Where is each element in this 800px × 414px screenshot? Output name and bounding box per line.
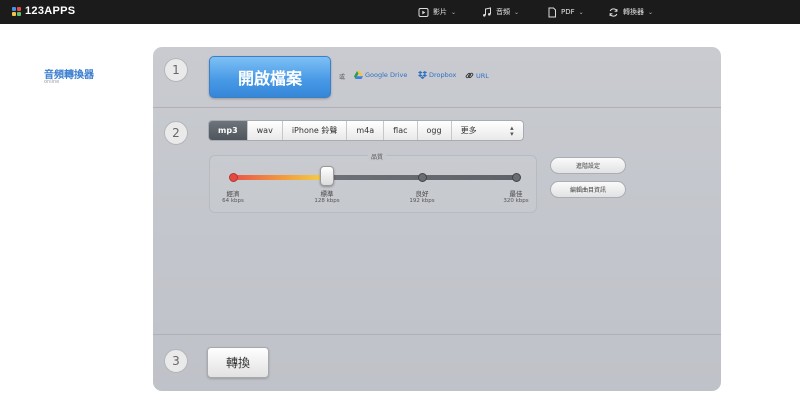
- quality-level-name: 良好: [415, 190, 429, 198]
- brand-logo[interactable]: 123APPS: [12, 5, 75, 17]
- format-tab-m4a[interactable]: m4a: [347, 121, 385, 140]
- open-file-button[interactable]: 開啟檔案: [209, 56, 331, 98]
- quality-level-name: 經濟: [226, 190, 240, 198]
- dropbox-label: Dropbox: [429, 71, 457, 79]
- quality-stop-economy[interactable]: [229, 173, 238, 182]
- chevron-down-icon: ⌄: [648, 8, 654, 16]
- dropbox-link[interactable]: Dropbox: [418, 71, 456, 79]
- nav-label: PDF: [561, 8, 575, 16]
- nav-pdf[interactable]: PDF ⌄: [547, 0, 584, 24]
- google-drive-icon: [354, 71, 363, 79]
- section-divider: [153, 334, 721, 335]
- link-icon: [465, 72, 474, 79]
- or-label: 或: [339, 74, 346, 81]
- url-label: URL: [476, 71, 489, 80]
- select-arrows-icon: ▴ ▾: [510, 123, 514, 138]
- chevron-down-icon: ⌄: [578, 8, 584, 16]
- nav-audio[interactable]: 音頻 ⌄: [482, 0, 519, 24]
- nav-label: 影片: [433, 8, 447, 16]
- quality-level-rate: 64 kbps: [222, 198, 244, 204]
- step-number-1: 1: [164, 58, 188, 82]
- format-tabs: mp3 wav iPhone 鈴聲 m4a flac ogg 更多 ▴ ▾: [208, 120, 524, 141]
- top-bar: 123APPS 影片 ⌄ 音頻 ⌄ PDF ⌄ 轉換器 ⌄: [0, 0, 800, 24]
- quality-label: 品質: [368, 152, 387, 161]
- convert-button[interactable]: 轉換: [207, 347, 269, 378]
- nav-label: 音頻: [496, 8, 510, 16]
- quality-slider-handle[interactable]: [320, 166, 334, 186]
- section-divider: [153, 107, 721, 108]
- chevron-down-icon: ⌄: [451, 8, 457, 16]
- nav-video[interactable]: 影片 ⌄: [418, 0, 456, 24]
- quality-slider-box: 品質 經濟 64 kbps 標準 128 kbps 良好 192 kbps 最佳…: [209, 152, 537, 213]
- quality-level-rate: 320 kbps: [503, 198, 529, 204]
- dropbox-icon: [418, 71, 427, 79]
- quality-level-name: 標準: [320, 190, 334, 198]
- quality-slider-track[interactable]: [232, 175, 516, 180]
- nav-converter[interactable]: 轉換器 ⌄: [608, 0, 653, 24]
- video-icon: [418, 7, 429, 17]
- advanced-settings-button[interactable]: 進階設定: [550, 157, 626, 174]
- google-drive-link[interactable]: Google Drive: [354, 71, 407, 79]
- format-tab-mp3[interactable]: mp3: [209, 121, 248, 140]
- edit-track-info-button[interactable]: 編輯曲目資訊: [550, 181, 626, 198]
- quality-stop-best[interactable]: [512, 173, 521, 182]
- format-tab-wav[interactable]: wav: [248, 121, 283, 140]
- step-number-3: 3: [164, 349, 188, 373]
- format-tab-iphone-ringtone[interactable]: iPhone 鈴聲: [283, 121, 348, 140]
- document-icon: [548, 7, 556, 17]
- converter-panel: 1 開啟檔案 或 Google Drive Dropbox URL 2 mp3 …: [153, 47, 721, 391]
- more-formats-label: 更多: [460, 126, 477, 135]
- logo-mark-icon: [12, 6, 21, 16]
- google-drive-label: Google Drive: [365, 71, 408, 79]
- more-formats-select[interactable]: 更多 ▴ ▾: [452, 121, 523, 140]
- quality-level-name: 最佳: [509, 190, 523, 198]
- quality-level-rate: 192 kbps: [409, 198, 435, 204]
- quality-stop-good[interactable]: [418, 173, 427, 182]
- convert-icon: [609, 7, 618, 17]
- step-number-2: 2: [164, 121, 188, 145]
- format-tab-ogg[interactable]: ogg: [418, 121, 452, 140]
- chevron-down-icon: ⌄: [514, 8, 520, 16]
- music-icon: [483, 6, 491, 17]
- page-subtitle: online: [44, 79, 60, 85]
- logo-text: 123APPS: [25, 5, 76, 17]
- nav-label: 轉換器: [623, 8, 644, 16]
- url-link[interactable]: URL: [465, 71, 489, 80]
- format-tab-flac[interactable]: flac: [384, 121, 418, 140]
- quality-level-rate: 128 kbps: [314, 198, 340, 204]
